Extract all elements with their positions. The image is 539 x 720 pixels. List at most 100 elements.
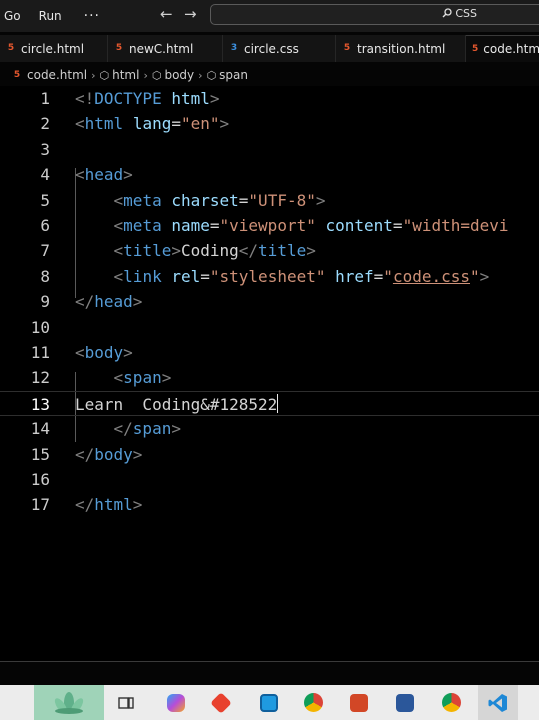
line-code: <html lang="en"> (75, 111, 229, 136)
tab-circle-css[interactable]: 3 circle.css (223, 35, 336, 62)
panel-divider (0, 661, 539, 662)
code-line[interactable]: 3 (0, 137, 539, 162)
code-token: Learn Coding (75, 394, 201, 414)
code-line[interactable]: 13 Learn Coding&#128522 (0, 390, 539, 416)
powerpoint-icon[interactable] (345, 685, 373, 720)
menu-run[interactable]: Run (39, 9, 62, 23)
breadcrumb-html-label: html (112, 68, 140, 82)
command-center-search[interactable]: CSS (210, 4, 539, 25)
code-token: = (373, 266, 384, 286)
line-code: <meta charset="UTF-8"> (75, 188, 326, 213)
code-token: = (171, 114, 181, 134)
code-token: DOCTYPE (94, 89, 162, 108)
code-token: "en" (180, 114, 220, 134)
line-number: 3 (40, 139, 50, 159)
code-token: > (123, 343, 133, 362)
code-line[interactable]: 4 <head> (0, 162, 539, 187)
tab-circle-html[interactable]: 5 circle.html (0, 35, 108, 62)
line-code: </head> (75, 289, 142, 314)
code-line[interactable]: 16 (0, 467, 539, 492)
code-token: = (209, 216, 220, 235)
menu-go[interactable]: Go (4, 9, 21, 23)
breadcrumb-html[interactable]: ⬡ html (100, 68, 140, 82)
code-line[interactable]: 5 <meta charset="UTF-8"> (0, 188, 539, 213)
tab-transition-html[interactable]: 5 transition.html (336, 35, 466, 62)
tab-label: transition.html (357, 41, 446, 56)
element-cube-icon: ⬡ (151, 68, 162, 82)
code-token: < (113, 266, 124, 286)
code-line[interactable]: 11 <body> (0, 340, 539, 365)
back-arrow-icon[interactable]: ← (160, 5, 173, 23)
code-token: > (479, 266, 490, 286)
code-line[interactable]: 9 </head> (0, 289, 539, 314)
css3-icon: 3 (230, 43, 238, 53)
copilot-icon[interactable] (162, 685, 190, 720)
code-token: "width=devi (402, 216, 509, 235)
code-token: </ (75, 495, 95, 515)
html5-icon: 5 (115, 43, 123, 53)
html5-icon: 5 (7, 43, 15, 53)
tab-label: code.html (483, 42, 539, 56)
tab-code-html[interactable]: 5 code.html (466, 35, 539, 62)
snipping-tool-icon[interactable] (255, 685, 283, 720)
code-line[interactable]: 15 </body> (0, 442, 539, 467)
line-number: 12 (30, 368, 50, 388)
task-view-icon[interactable] (112, 685, 140, 720)
code-line[interactable]: 1 <!DOCTYPE html> (0, 86, 539, 111)
code-token: meta (123, 216, 162, 235)
search-text: CSS (455, 7, 477, 20)
code-line[interactable]: 14 </span> (0, 416, 539, 441)
code-token: <! (75, 89, 95, 108)
element-cube-icon: ⬡ (206, 68, 217, 82)
code-token: html (171, 89, 210, 108)
code-line[interactable]: 8 <link rel="stylesheet" href="code.css"… (0, 264, 539, 289)
code-editor[interactable]: 1 <!DOCTYPE html> 2 <html lang="en"> 3 4 <head… (0, 86, 539, 661)
lotus-icon[interactable] (34, 685, 104, 720)
breadcrumb-file[interactable]: 5 code.html (12, 68, 87, 82)
code-line[interactable]: 12 <span> (0, 365, 539, 390)
chrome-icon[interactable] (299, 685, 327, 720)
code-token: "viewport" (219, 216, 316, 235)
windows-taskbar (0, 685, 539, 720)
code-token: > (209, 89, 220, 108)
breadcrumb-span[interactable]: ⬡ span (207, 68, 248, 82)
word-icon[interactable] (391, 685, 419, 720)
code-token: code.css (392, 266, 470, 286)
anydesk-icon[interactable] (207, 685, 235, 720)
code-token: lang (132, 114, 172, 134)
code-token: = (200, 266, 210, 286)
line-number: 14 (30, 419, 50, 439)
code-token: </ (75, 292, 95, 312)
code-line[interactable]: 10 (0, 315, 539, 340)
code-line[interactable]: 7 <title>Coding</title> (0, 238, 539, 263)
code-token: html (94, 495, 133, 515)
breadcrumb: 5 code.html › ⬡ html › ⬡ body › ⬡ span (0, 64, 539, 86)
line-code: <head> (75, 162, 133, 187)
code-token: content (325, 216, 393, 235)
code-line[interactable]: 17 </html> (0, 492, 539, 517)
menu-bar: Go Run ··· ← → CSS (0, 0, 539, 32)
forward-arrow-icon[interactable]: → (184, 5, 197, 23)
line-number: 17 (30, 495, 50, 515)
chevron-right-icon: › (198, 68, 203, 82)
line-number: 10 (30, 317, 50, 337)
code-token: </ (238, 241, 259, 261)
chrome-profile-icon[interactable] (437, 685, 465, 720)
html5-icon: 5 (472, 43, 479, 54)
breadcrumb-body[interactable]: ⬡ body (152, 68, 194, 82)
code-line[interactable]: 6 <meta name="viewport" content="width=d… (0, 213, 539, 238)
code-token: > (306, 241, 316, 261)
more-menu-icon[interactable]: ··· (84, 8, 100, 24)
code-token: </ (75, 444, 95, 464)
line-number: 4 (40, 165, 50, 185)
search-label: CSS (442, 7, 477, 20)
code-token: > (171, 419, 181, 439)
tab-newC-html[interactable]: 5 newC.html (108, 35, 223, 62)
vscode-icon[interactable] (478, 685, 518, 720)
code-token: span (123, 368, 162, 388)
code-line[interactable]: 2 <html lang="en"> (0, 111, 539, 136)
line-number: 6 (40, 216, 50, 235)
line-code: <body> (75, 340, 133, 365)
